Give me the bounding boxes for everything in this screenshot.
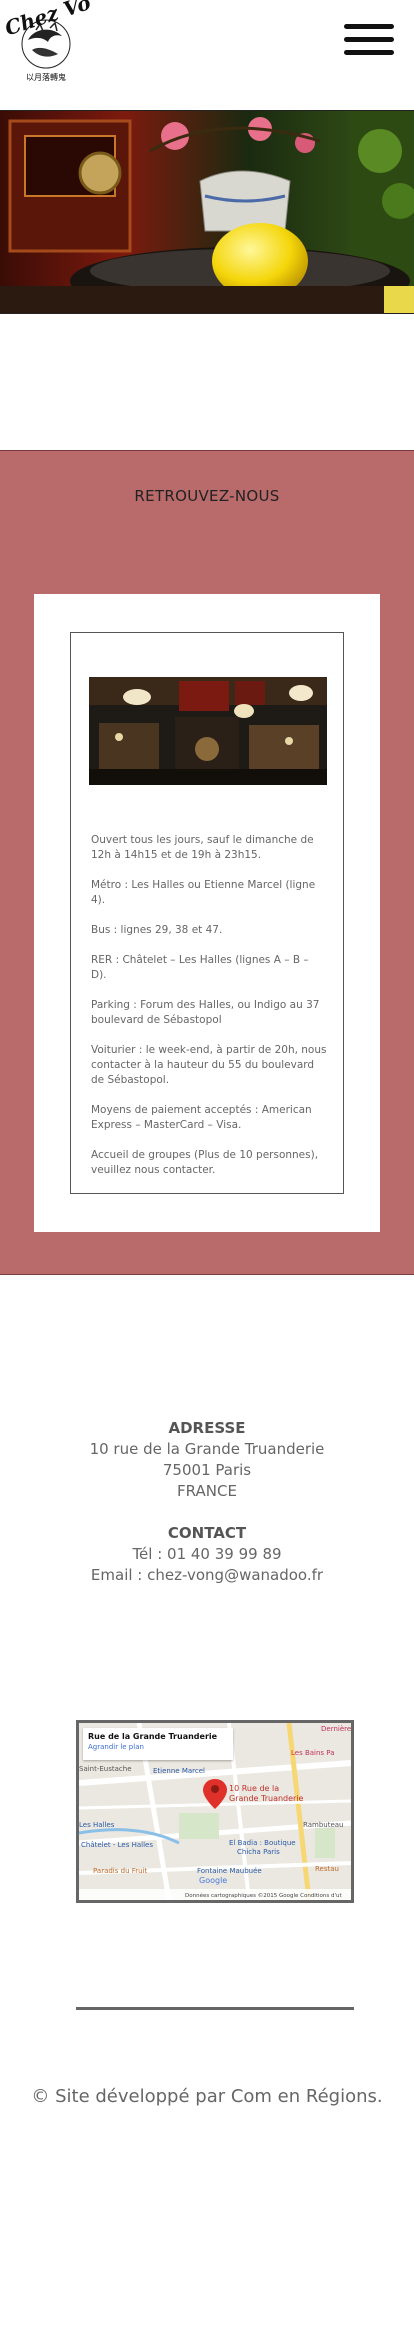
- map-label-fontaine: Fontaine Maubuée: [197, 1867, 262, 1875]
- parking-info: Parking : Forum des Halles, ou Indigo au…: [91, 999, 320, 1026]
- google-logo: Google: [199, 1876, 227, 1885]
- contact-heading: CONTACT: [167, 1524, 247, 1542]
- map-place-title: Rue de la Grande Truanderie: [88, 1732, 218, 1741]
- map-label-les-halles: Les Halles: [79, 1821, 115, 1829]
- logo[interactable]: Chez Vong 以月落轉鬼: [0, 0, 121, 86]
- opening-hours: Ouvert tous les jours, sauf le dimanche …: [91, 834, 314, 861]
- valet-info: Voiturier : le week-end, à partir de 20h…: [91, 1044, 327, 1086]
- map-label-rambuteau: Rambuteau: [303, 1821, 343, 1829]
- site-header: Chez Vong 以月落轉鬼: [0, 0, 414, 100]
- contact-email[interactable]: Email : chez-vong@wanadoo.fr: [0, 1565, 414, 1586]
- footer-credit[interactable]: © Site développé par Com en Régions.: [0, 2086, 414, 2107]
- info-text: Ouvert tous les jours, sauf le dimanche …: [91, 833, 327, 1193]
- info-card: Ouvert tous les jours, sauf le dimanche …: [34, 594, 380, 1232]
- map-label-saint-eustache: Saint-Eustache: [79, 1765, 132, 1773]
- map-label-les-bains: Les Bains Pa: [291, 1749, 335, 1757]
- hamburger-menu-icon: [344, 50, 394, 55]
- hero-image: [0, 110, 414, 314]
- address-heading: ADRESSE: [168, 1419, 246, 1437]
- menu-button[interactable]: [344, 24, 394, 58]
- payment-info: Moyens de paiement acceptés : American E…: [91, 1104, 312, 1131]
- location-map[interactable]: 10 Rue de la Grande Truanderie Saint-Eus…: [76, 1720, 354, 1903]
- map-label-etienne-marcel: Etienne Marcel: [153, 1767, 205, 1775]
- address-country: FRANCE: [177, 1482, 237, 1500]
- info-frame: Ouvert tous les jours, sauf le dimanche …: [70, 632, 344, 1194]
- map-label-chicha: Chicha Paris: [237, 1848, 280, 1856]
- map-label-chatelet: Châtelet - Les Halles: [81, 1841, 153, 1849]
- find-us-section: RETROUVEZ-NOUS Ouvert tous les jours, sa…: [0, 450, 414, 1275]
- map-attribution: Données cartographiques ©2015 Google Con…: [185, 1892, 342, 1899]
- map-enlarge-link[interactable]: Agrandir le plan: [88, 1743, 228, 1751]
- address-city: 75001 Paris: [162, 1461, 252, 1479]
- map-label-derniere: Dernière: [321, 1725, 351, 1733]
- map-pin-label-2: Grande Truanderie: [229, 1794, 304, 1803]
- map-place-card: Rue de la Grande Truanderie Agrandir le …: [83, 1728, 233, 1760]
- rer-info: RER : Châtelet – Les Halles (lignes A – …: [91, 954, 309, 981]
- map-pin-label-1: 10 Rue de la: [229, 1784, 279, 1793]
- footer-divider: [76, 2007, 354, 2010]
- restaurant-interior-photo: [89, 677, 327, 785]
- section-title: RETROUVEZ-NOUS: [134, 487, 280, 505]
- logo-emblem-icon: Chez Vong 以月落轉鬼: [2, 0, 121, 82]
- bus-info: Bus : lignes 29, 38 et 47.: [91, 924, 223, 936]
- address-block: ADRESSE 10 rue de la Grande Truanderie 7…: [0, 1418, 414, 1586]
- groups-info: Accueil de groupes (Plus de 10 personnes…: [91, 1149, 319, 1176]
- map-label-paradis: Paradis du Fruit: [93, 1867, 148, 1875]
- hamburger-menu-icon: [344, 37, 394, 42]
- metro-info: Métro : Les Halles ou Etienne Marcel (li…: [91, 879, 316, 906]
- map-label-el-badia: El Badia : Boutique: [229, 1839, 296, 1847]
- map-label-restau: Restau: [315, 1865, 339, 1873]
- contact-phone[interactable]: Tél : 01 40 39 99 89: [0, 1544, 414, 1565]
- logo-subtext: 以月落轉鬼: [26, 72, 66, 82]
- hamburger-menu-icon: [344, 24, 394, 29]
- address-street: 10 rue de la Grande Truanderie: [89, 1440, 325, 1458]
